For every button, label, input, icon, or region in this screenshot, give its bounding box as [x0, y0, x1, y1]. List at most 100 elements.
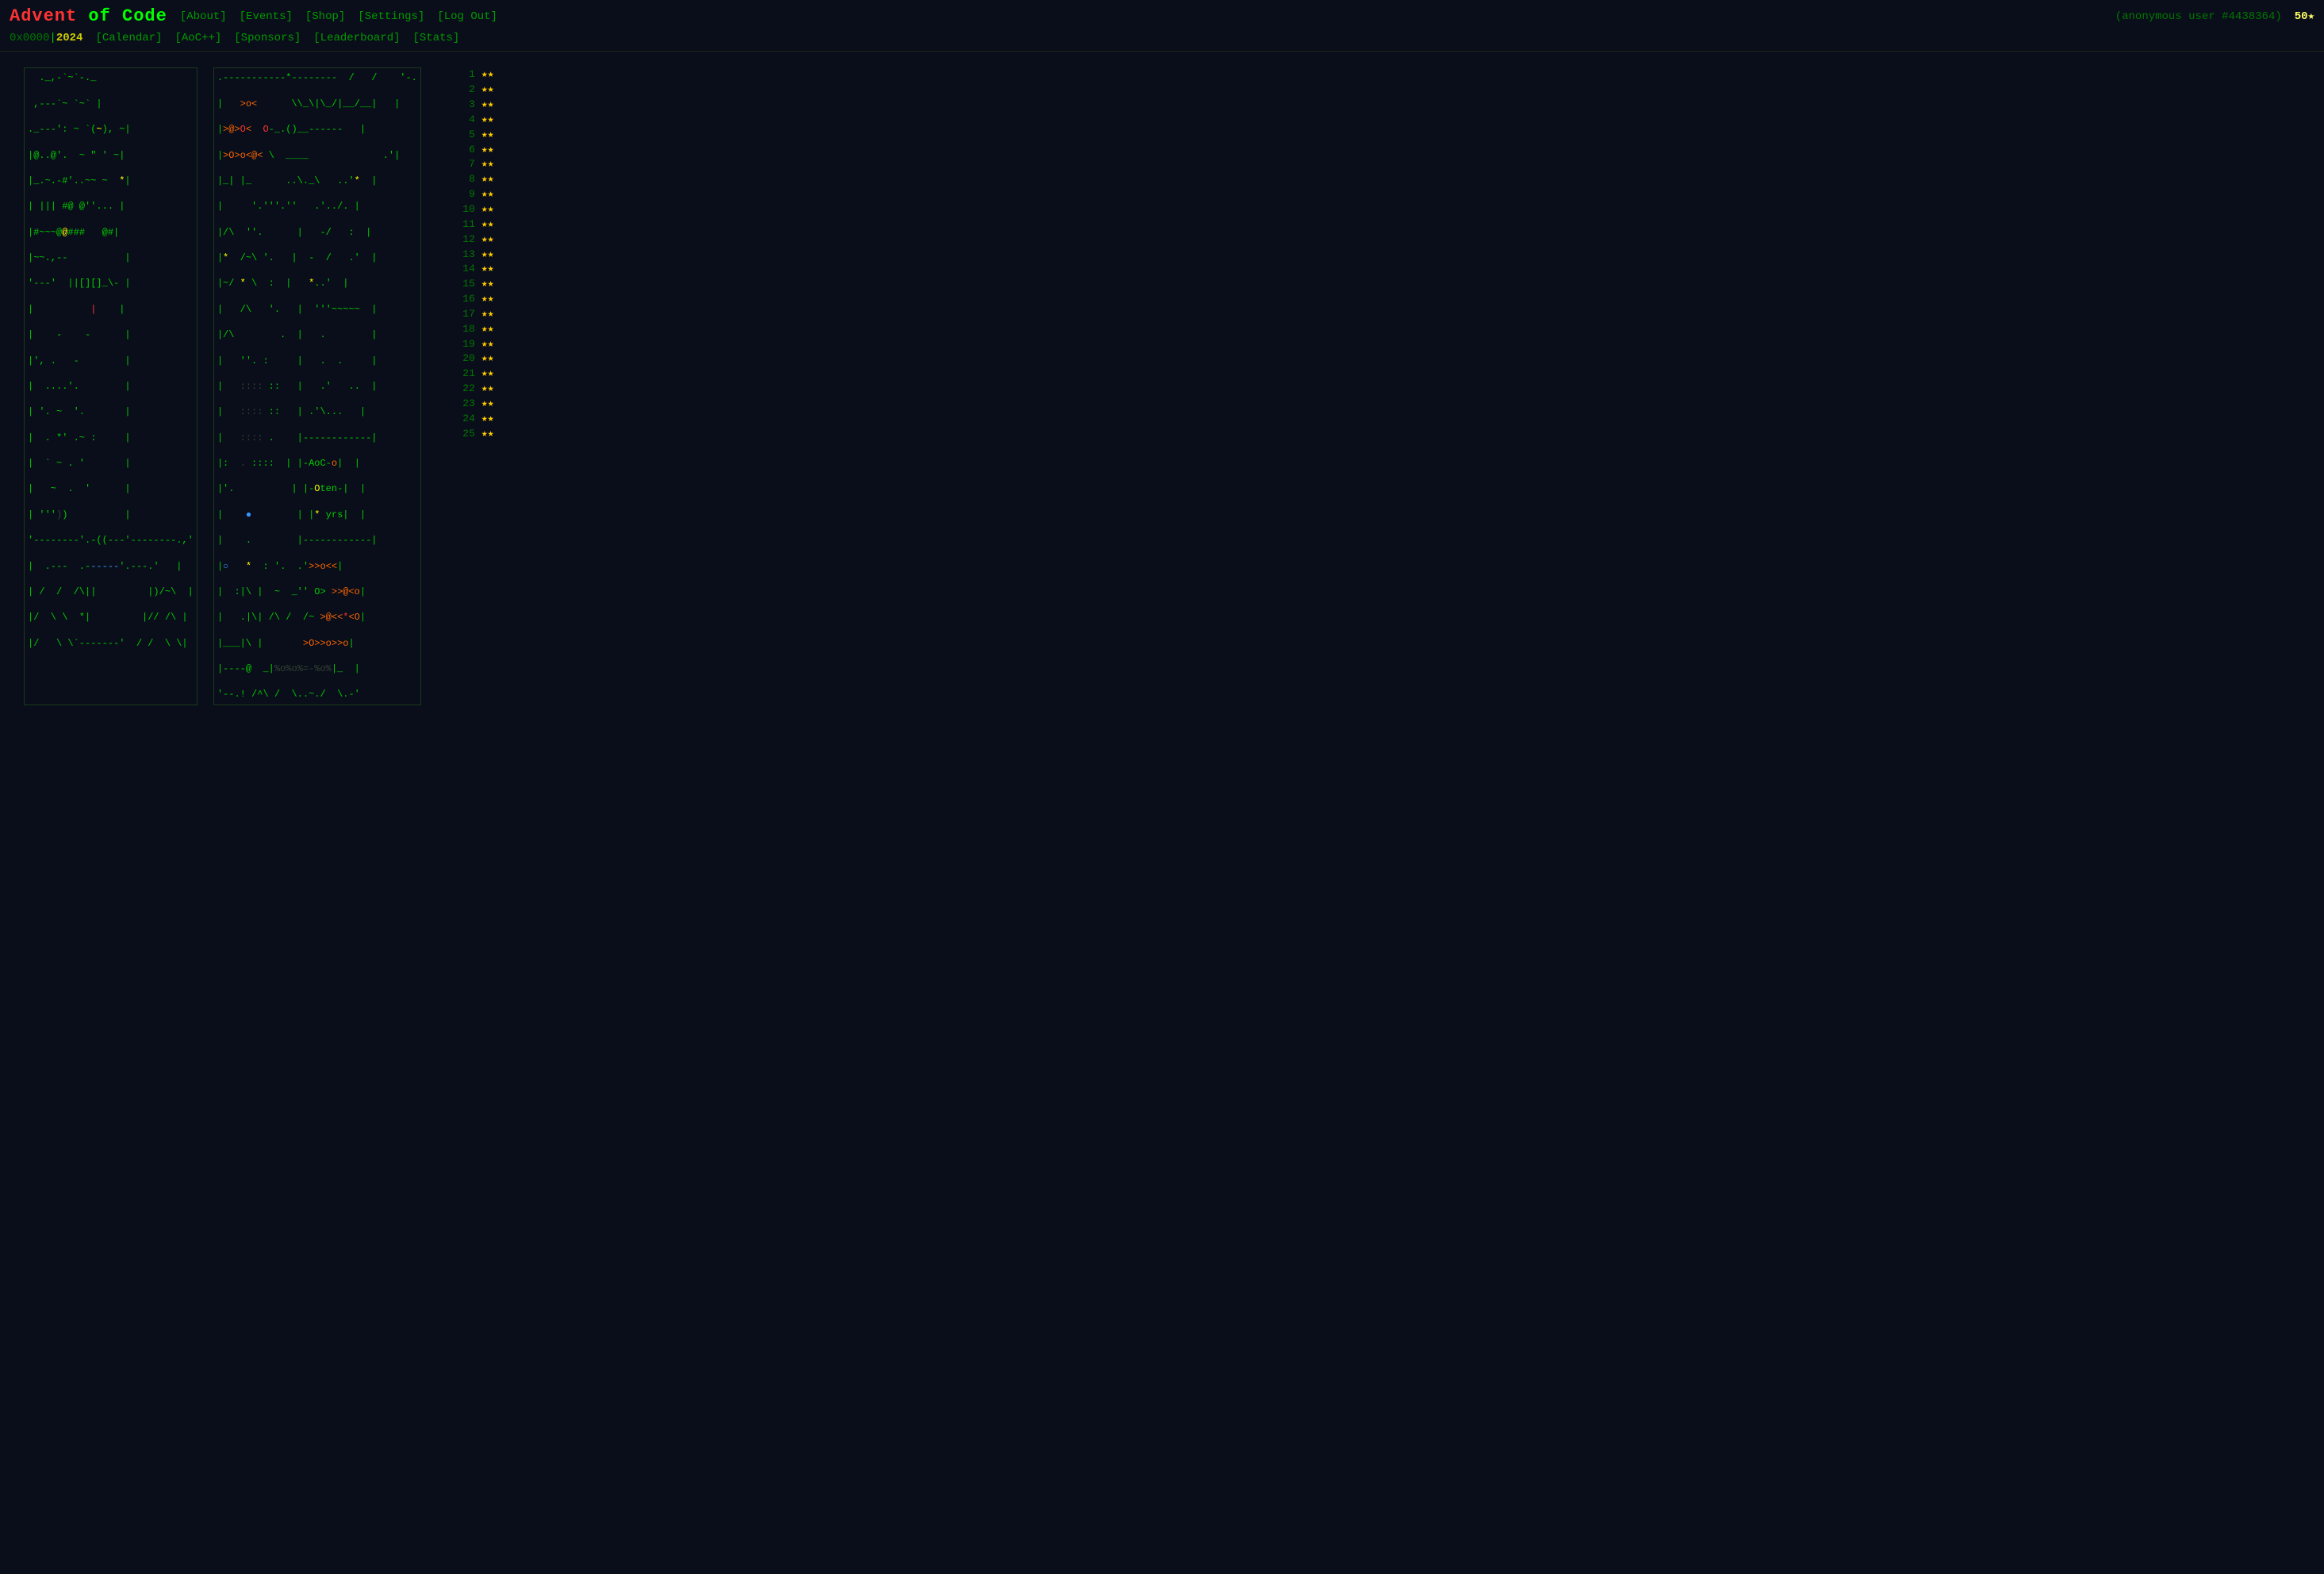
day-stars-10: ★★ [481, 202, 494, 217]
title-advent: Advent [10, 6, 77, 26]
ascii-panel-middle: .-----------*-------- / / '-. | >o< \\_\… [213, 67, 421, 704]
stars-count: 50★ [2295, 10, 2314, 25]
day-list: 1 ★★ 2 ★★ 3 ★★ 4 ★★ 5 ★★ 6 ★★ [453, 67, 494, 704]
day-num-11: 11 [453, 217, 475, 232]
day-num-10: 10 [453, 202, 475, 217]
day-row-19[interactable]: 19 ★★ [453, 337, 494, 352]
nav-sponsors[interactable]: [Sponsors] [234, 31, 301, 47]
day-num-1: 1 [453, 67, 475, 83]
nav-shop[interactable]: [Shop] [305, 10, 345, 25]
day-row-25[interactable]: 25 ★★ [453, 427, 494, 442]
day-num-25: 25 [453, 427, 475, 442]
day-num-23: 23 [453, 397, 475, 412]
day-stars-6: ★★ [481, 143, 494, 158]
day-stars-17: ★★ [481, 307, 494, 322]
day-stars-25: ★★ [481, 427, 494, 442]
day-row-5[interactable]: 5 ★★ [453, 128, 494, 143]
day-row-24[interactable]: 24 ★★ [453, 412, 494, 427]
day-row-18[interactable]: 18 ★★ [453, 322, 494, 337]
day-num-8: 8 [453, 172, 475, 187]
day-num-13: 13 [453, 248, 475, 263]
day-row-6[interactable]: 6 ★★ [453, 143, 494, 158]
user-info: (anonymous user #4438364) [2115, 10, 2282, 25]
day-stars-20: ★★ [481, 351, 494, 367]
nav-about[interactable]: [About] [180, 10, 227, 25]
day-row-11[interactable]: 11 ★★ [453, 217, 494, 232]
day-num-3: 3 [453, 98, 475, 113]
nav-events[interactable]: [Events] [240, 10, 293, 25]
day-num-20: 20 [453, 351, 475, 367]
day-num-12: 12 [453, 232, 475, 248]
day-stars-11: ★★ [481, 217, 494, 232]
header-row-2: 0x0000|2024 [Calendar] [AoC++] [Sponsors… [10, 31, 2314, 47]
site-title: Advent of Code [10, 5, 167, 29]
day-row-8[interactable]: 8 ★★ [453, 172, 494, 187]
day-num-2: 2 [453, 83, 475, 98]
day-row-13[interactable]: 13 ★★ [453, 248, 494, 263]
day-row-12[interactable]: 12 ★★ [453, 232, 494, 248]
day-row-4[interactable]: 4 ★★ [453, 113, 494, 128]
day-stars-14: ★★ [481, 262, 494, 277]
day-stars-16: ★★ [481, 292, 494, 307]
day-num-4: 4 [453, 113, 475, 128]
title-of-code: of Code [77, 6, 167, 26]
day-stars-2: ★★ [481, 83, 494, 98]
day-stars-24: ★★ [481, 412, 494, 427]
day-row-16[interactable]: 16 ★★ [453, 292, 494, 307]
nav-settings[interactable]: [Settings] [358, 10, 424, 25]
day-stars-19: ★★ [481, 337, 494, 352]
day-num-24: 24 [453, 412, 475, 427]
day-num-7: 7 [453, 157, 475, 172]
day-stars-8: ★★ [481, 172, 494, 187]
day-row-10[interactable]: 10 ★★ [453, 202, 494, 217]
day-stars-22: ★★ [481, 382, 494, 397]
header-row-1: Advent of Code [About] [Events] [Shop] [… [10, 5, 2314, 29]
day-row-17[interactable]: 17 ★★ [453, 307, 494, 322]
day-stars-23: ★★ [481, 397, 494, 412]
day-stars-5: ★★ [481, 128, 494, 143]
day-num-19: 19 [453, 337, 475, 352]
day-row-14[interactable]: 14 ★★ [453, 262, 494, 277]
day-stars-21: ★★ [481, 367, 494, 382]
day-row-20[interactable]: 20 ★★ [453, 351, 494, 367]
nav-aocpp[interactable]: [AoC++] [174, 31, 221, 47]
day-num-5: 5 [453, 128, 475, 143]
day-row-7[interactable]: 7 ★★ [453, 157, 494, 172]
day-num-6: 6 [453, 143, 475, 158]
day-row-1[interactable]: 1 ★★ [453, 67, 494, 83]
ascii-panel-left: ._,-`~`-._ ,---`~ `~` | ._---': ~ `(~), … [24, 67, 198, 704]
day-num-17: 17 [453, 307, 475, 322]
day-stars-9: ★★ [481, 187, 494, 202]
day-num-21: 21 [453, 367, 475, 382]
day-num-18: 18 [453, 322, 475, 337]
day-stars-4: ★★ [481, 113, 494, 128]
day-stars-3: ★★ [481, 98, 494, 113]
day-stars-1: ★★ [481, 67, 494, 83]
day-row-22[interactable]: 22 ★★ [453, 382, 494, 397]
day-row-23[interactable]: 23 ★★ [453, 397, 494, 412]
day-num-15: 15 [453, 277, 475, 292]
main-content: ._,-`~`-._ ,---`~ `~` | ._---': ~ `(~), … [0, 52, 2324, 720]
day-stars-13: ★★ [481, 248, 494, 263]
day-row-21[interactable]: 21 ★★ [453, 367, 494, 382]
hex-badge: 0x0000 [10, 32, 49, 44]
day-stars-18: ★★ [481, 322, 494, 337]
day-row-15[interactable]: 15 ★★ [453, 277, 494, 292]
nav-stats[interactable]: [Stats] [413, 31, 460, 47]
day-stars-7: ★★ [481, 157, 494, 172]
nav-leaderboard[interactable]: [Leaderboard] [313, 31, 400, 47]
day-stars-12: ★★ [481, 232, 494, 248]
year-badge: 2024 [56, 32, 83, 44]
ascii-art-container: ._,-`~`-._ ,---`~ `~` | ._---': ~ `(~), … [24, 67, 494, 704]
day-num-9: 9 [453, 187, 475, 202]
nav-logout[interactable]: [Log Out] [437, 10, 497, 25]
day-row-3[interactable]: 3 ★★ [453, 98, 494, 113]
nav-calendar[interactable]: [Calendar] [95, 31, 162, 47]
hex-year-badge: 0x0000|2024 [10, 31, 82, 47]
day-num-16: 16 [453, 292, 475, 307]
day-row-9[interactable]: 9 ★★ [453, 187, 494, 202]
day-num-14: 14 [453, 262, 475, 277]
day-row-2[interactable]: 2 ★★ [453, 83, 494, 98]
day-num-22: 22 [453, 382, 475, 397]
day-stars-15: ★★ [481, 277, 494, 292]
